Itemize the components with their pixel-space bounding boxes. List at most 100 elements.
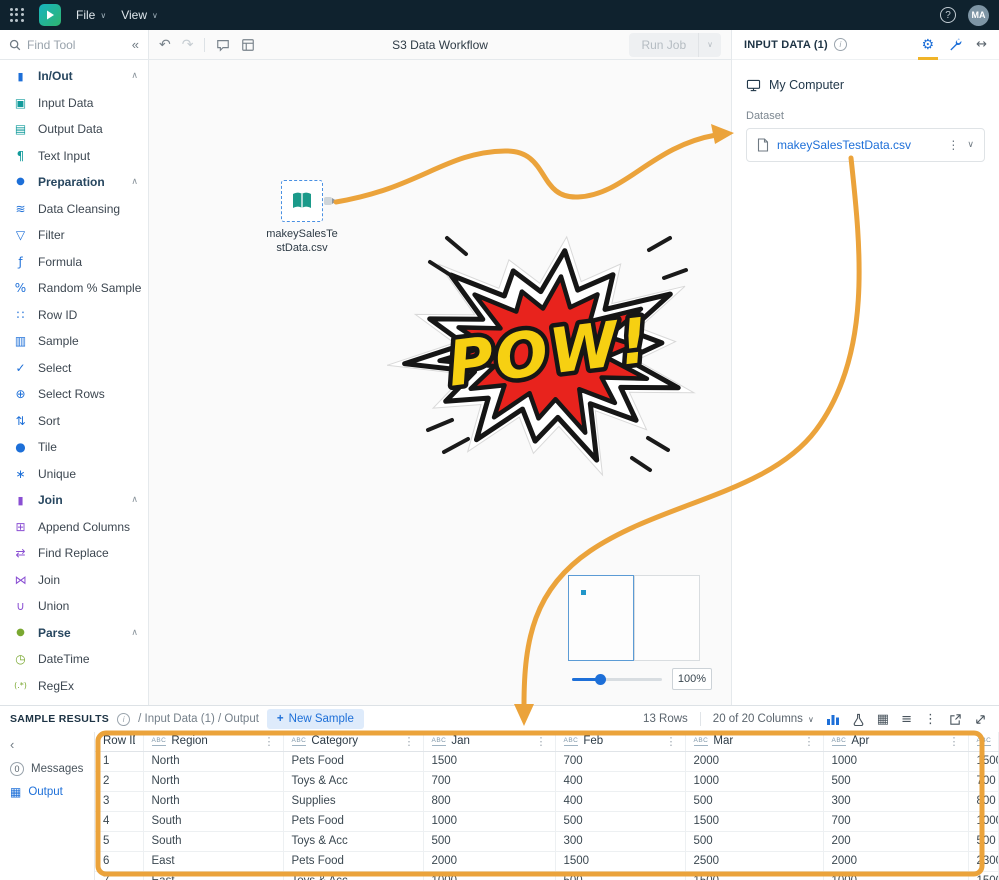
tool-item-formula[interactable]: ƒ Formula — [0, 249, 148, 276]
expand-results-icon[interactable] — [974, 713, 987, 726]
column-menu-icon[interactable]: ⋮ — [264, 732, 275, 751]
zoom-slider[interactable] — [572, 669, 662, 689]
tool-item-output-data[interactable]: ▤ Output Data — [0, 116, 148, 143]
new-sample-button[interactable]: + New Sample — [266, 709, 364, 729]
minimap-page[interactable] — [634, 575, 700, 661]
tool-label: Join — [38, 572, 61, 587]
search-input[interactable] — [27, 37, 109, 52]
section-label: Join — [38, 493, 63, 508]
table-row[interactable]: 1NorthPets Food1500700200010001500 — [95, 751, 999, 772]
undo-icon[interactable]: ↶ — [159, 38, 171, 52]
results-breadcrumb[interactable]: / Input Data (1) / Output — [138, 713, 259, 725]
rail-collapse-icon[interactable]: ‹ — [0, 734, 94, 757]
app-grid-icon[interactable] — [10, 8, 24, 22]
column-header-apr[interactable]: ABC Apr ⋮ — [823, 732, 969, 752]
menu-view[interactable]: View ∨ — [121, 8, 158, 22]
menu-file[interactable]: File ∨ — [76, 8, 106, 22]
tool-item-union[interactable]: ∪ Union — [0, 593, 148, 620]
workflow-canvas[interactable]: makeySalesTestData.csv 100% — [149, 60, 731, 705]
column-menu-icon[interactable]: ⋮ — [404, 732, 415, 751]
sidebar-section-in-out[interactable]: ▮ In/Out ∧ — [0, 63, 148, 90]
workflow-node-input-data[interactable] — [281, 180, 337, 222]
table-cell: Pets Food — [283, 751, 424, 772]
more-options-icon[interactable]: ⋮ — [924, 713, 937, 726]
tool-item-text-input[interactable]: ¶ Text Input — [0, 143, 148, 170]
table-row[interactable]: 4SouthPets Food100050015007001000 — [95, 811, 999, 832]
column-header-feb[interactable]: ABC Feb ⋮ — [555, 732, 686, 752]
node-output-port[interactable] — [324, 197, 337, 205]
sidebar-section-parse[interactable]: ● Parse ∧ — [0, 620, 148, 647]
minimap[interactable] — [568, 575, 700, 661]
tool-item-data-cleansing[interactable]: ≋ Data Cleansing — [0, 196, 148, 223]
tool-item-select[interactable]: ✓ Select — [0, 355, 148, 382]
sidebar-section-preparation[interactable]: ● Preparation ∧ — [0, 169, 148, 196]
info-icon[interactable]: i — [833, 38, 847, 51]
chart-view-icon[interactable] — [826, 713, 840, 726]
columns-selector[interactable]: 20 of 20 Columns ∨ — [713, 713, 814, 725]
menu-view-label: View — [121, 8, 147, 22]
info-icon[interactable]: i — [117, 712, 131, 726]
tool-item-regex[interactable]: (.*) RegEx — [0, 673, 148, 700]
avatar[interactable]: MA — [968, 4, 989, 26]
tool-item-row-id[interactable]: ∷ Row ID — [0, 302, 148, 329]
tool-item-select-rows[interactable]: ⊕ Select Rows — [0, 381, 148, 408]
tool-item-datetime[interactable]: ◷ DateTime — [0, 646, 148, 673]
run-job-dropdown-icon[interactable]: ∨ — [699, 40, 721, 49]
tool-item-unique[interactable]: ∗ Unique — [0, 461, 148, 488]
tool-item-sample[interactable]: ▥ Sample — [0, 328, 148, 355]
journal-icon[interactable] — [241, 38, 255, 52]
list-view-icon[interactable]: ≡ — [901, 713, 912, 726]
grid-view-icon[interactable]: ▦ — [877, 713, 889, 726]
zoom-slider-knob[interactable] — [595, 673, 606, 685]
rail-item-messages[interactable]: 0 Messages — [0, 757, 94, 781]
column-header-category[interactable]: ABC Category ⋮ — [283, 732, 424, 752]
table-row[interactable]: 6EastPets Food20001500250020002300 — [95, 851, 999, 872]
tool-label: Random % Sample — [38, 281, 142, 296]
tool-item-input-data[interactable]: ▣ Input Data — [0, 90, 148, 117]
tool-item-append-columns[interactable]: ⊞ Append Columns — [0, 514, 148, 541]
sidebar-section-join[interactable]: ▮ Join ∧ — [0, 487, 148, 514]
table-row[interactable]: 2 North Toys & Acc 700 400 1000 500 700 — [95, 771, 999, 792]
zoom-level[interactable]: 100% — [672, 668, 712, 690]
table-row[interactable]: 5 South Toys & Acc 500 300 500 200 500 — [95, 831, 999, 852]
dataset-menu-icon[interactable]: ⋮ — [947, 138, 959, 152]
minimap-page-active[interactable] — [568, 575, 634, 661]
profile-flask-icon[interactable] — [852, 713, 865, 726]
columns-count: 20 of 20 Columns — [712, 713, 803, 725]
comment-icon[interactable] — [216, 38, 230, 52]
redo-icon[interactable]: ↷ — [182, 38, 194, 52]
source-my-computer[interactable]: My Computer — [746, 72, 985, 98]
tool-item-tile[interactable]: ● Tile — [0, 434, 148, 461]
section-label: In/Out — [38, 69, 73, 84]
rail-item-output[interactable]: ▦ Output — [0, 781, 94, 803]
table-row[interactable]: 3 North Supplies 800 400 500 300 800 — [95, 791, 999, 812]
column-menu-icon[interactable]: ⋮ — [536, 732, 547, 751]
column-menu-icon[interactable]: ⋮ — [804, 732, 815, 751]
tool-item-join[interactable]: ⋈ Join — [0, 567, 148, 594]
tool-item-find-replace[interactable]: ⇄ Find Replace — [0, 540, 148, 567]
column-header-region[interactable]: ABC Region ⋮ — [143, 732, 284, 752]
table-row[interactable]: 7EastToys & Acc1000500150010001500 — [95, 871, 999, 880]
column-menu-icon[interactable]: ⋮ — [949, 732, 960, 751]
help-icon[interactable]: ? — [940, 7, 956, 23]
tool-item-random-sample[interactable]: % Random % Sample — [0, 275, 148, 302]
tool-item-sort[interactable]: ⇅ Sort — [0, 408, 148, 435]
column-header-mar[interactable]: ABC Mar ⋮ — [685, 732, 824, 752]
column-header-row-id[interactable]: Row ID — [95, 732, 144, 752]
column-header-m[interactable]: ABCM⋮ — [968, 732, 999, 752]
table-cell: 1500 — [968, 871, 999, 880]
run-job-button[interactable]: Run Job ∨ — [629, 32, 721, 57]
minimap-node-dot — [581, 590, 586, 595]
column-menu-icon[interactable]: ⋮ — [666, 732, 677, 751]
column-header-jan[interactable]: ABC Jan ⋮ — [423, 732, 556, 752]
open-in-new-icon[interactable] — [949, 713, 962, 726]
wrench-icon[interactable] — [948, 38, 962, 52]
expand-panel-icon[interactable]: ↔ — [976, 37, 987, 52]
app-logo-icon[interactable] — [39, 4, 61, 26]
chevron-down-icon[interactable]: ∨ — [967, 140, 974, 150]
gear-icon[interactable]: ⚙ — [917, 38, 938, 60]
dataset-selector[interactable]: makeySalesTestData.csv ⋮ ∨ — [746, 128, 985, 162]
tool-item-filter[interactable]: ▽ Filter — [0, 222, 148, 249]
sidebar-collapse-button[interactable]: « — [132, 37, 139, 52]
column-name: Mar — [713, 735, 734, 747]
